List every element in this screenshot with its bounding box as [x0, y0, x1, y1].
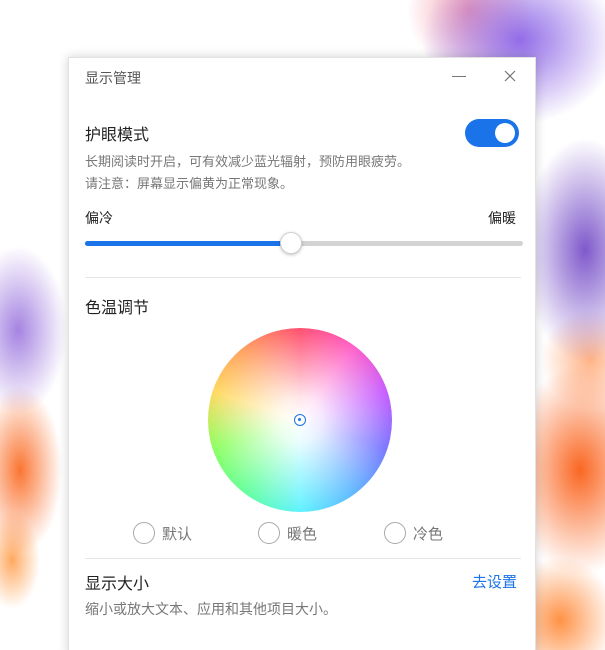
radio-default[interactable]: 默认	[133, 522, 192, 544]
eye-care-description: 长期阅读时开启，可有效减少蓝光辐射，预防用眼疲劳。 请注意：屏幕显示偏黄为正常现…	[85, 152, 410, 196]
display-size-title: 显示大小	[85, 574, 150, 593]
divider	[85, 558, 521, 559]
radio-cool-label: 冷色	[413, 524, 444, 543]
radio-default-label: 默认	[162, 524, 193, 543]
eye-care-description-line1: 长期阅读时开启，可有效减少蓝光辐射，预防用眼疲劳。	[85, 155, 411, 170]
radio-circle	[384, 522, 406, 544]
radio-cool[interactable]: 冷色	[384, 522, 443, 544]
close-button[interactable]	[497, 64, 523, 88]
color-wheel[interactable]	[208, 328, 392, 512]
eye-care-title: 护眼模式	[85, 125, 150, 144]
display-management-window: 显示管理 护眼模式 长期阅读时开启，可有效减少蓝光辐射，预防用眼疲劳。 请注意：…	[68, 57, 536, 650]
color-temperature-title: 色温调节	[85, 298, 150, 317]
color-picker-marker-icon[interactable]	[294, 414, 306, 426]
radio-warm[interactable]: 暖色	[258, 522, 317, 544]
warmth-slider[interactable]	[85, 232, 523, 254]
slider-label-warm: 偏暖	[488, 211, 516, 227]
slider-fill	[85, 241, 291, 246]
eye-care-toggle[interactable]	[465, 119, 519, 147]
minimize-button[interactable]	[446, 64, 472, 88]
close-icon	[504, 70, 516, 82]
go-settings-link[interactable]: 去设置	[472, 571, 517, 592]
slider-label-cool: 偏冷	[85, 211, 113, 227]
display-size-description: 缩小或放大文本、应用和其他项目大小。	[85, 602, 337, 618]
radio-warm-label: 暖色	[287, 524, 318, 543]
eye-care-description-line2: 请注意：屏幕显示偏黄为正常现象。	[85, 177, 294, 192]
toggle-knob	[495, 123, 515, 143]
window-title: 显示管理	[85, 71, 141, 87]
title-bar: 显示管理	[69, 58, 535, 96]
slider-thumb[interactable]	[279, 232, 302, 254]
divider	[85, 277, 521, 278]
minimize-icon	[452, 75, 466, 77]
radio-circle	[133, 522, 155, 544]
radio-circle	[258, 522, 280, 544]
